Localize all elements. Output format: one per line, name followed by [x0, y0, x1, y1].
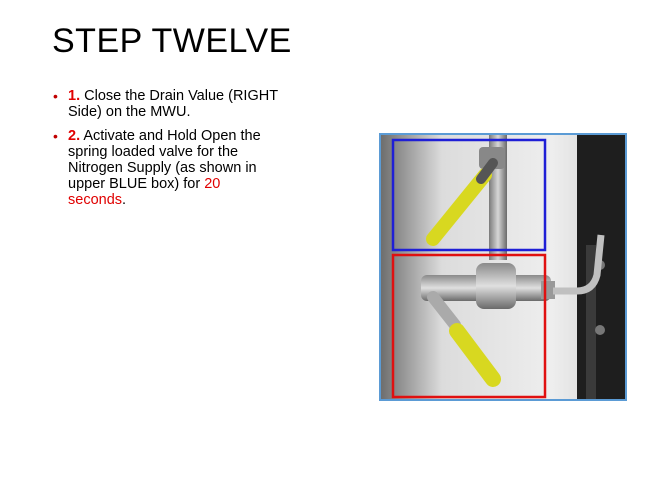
- instruction-step-2: • 2. Activate and Hold Open the spring l…: [50, 128, 280, 208]
- step-text: Close the Drain Value (RIGHT Side) on th…: [68, 88, 278, 120]
- bullet-dot-icon: •: [53, 128, 58, 144]
- valve-photo: [379, 133, 627, 401]
- slide-title: STEP TWELVE: [52, 22, 292, 60]
- step-text: Activate and Hold Open the spring loaded…: [68, 128, 261, 192]
- valve-photo-illustration: [381, 135, 625, 399]
- step-number: 2.: [68, 128, 81, 144]
- step-number: 1.: [68, 88, 81, 104]
- step-text-end: .: [122, 192, 127, 208]
- instruction-step-1: • 1. Close the Drain Value (RIGHT Side) …: [50, 88, 280, 120]
- instruction-list: • 1. Close the Drain Value (RIGHT Side) …: [50, 88, 280, 216]
- bullet-dot-icon: •: [53, 88, 58, 104]
